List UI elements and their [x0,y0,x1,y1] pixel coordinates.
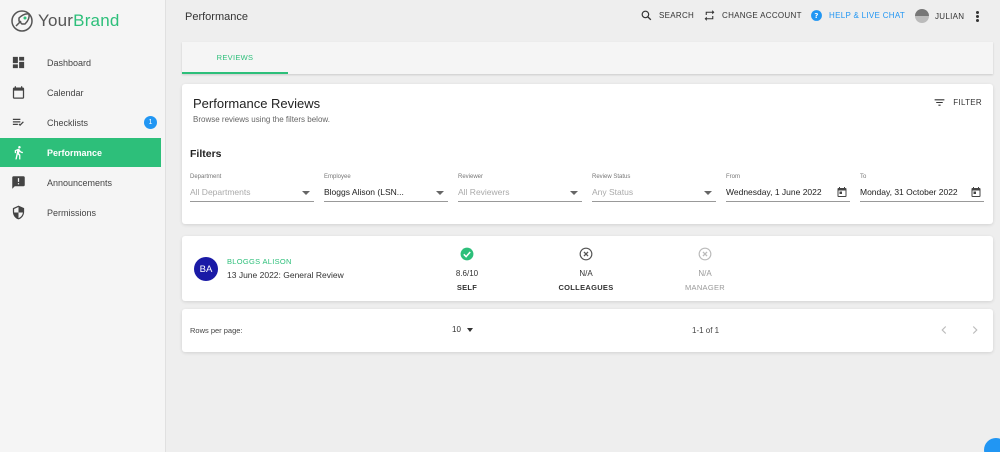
search-icon [641,10,652,21]
change-account-label: CHANGE ACCOUNT [722,11,802,20]
field-label: To [860,174,867,180]
sidebar-nav: Dashboard Calendar Checklists 1 Performa… [0,48,165,227]
field-label: Review Status [592,174,631,180]
field-value[interactable]: Wednesday, 1 June 2022 [726,183,850,202]
swap-icon [704,10,715,21]
chevron-right-icon[interactable] [968,323,982,337]
page-range: 1-1 of 1 [692,326,720,335]
dropdown-arrow-icon [466,327,473,332]
announcement-icon [11,175,26,190]
sidebar-item-label: Dashboard [47,57,92,68]
sidebar-item-checklists[interactable]: Checklists 1 [0,108,165,137]
field-label: Department [190,174,222,180]
field-value[interactable]: All Departments [190,183,314,202]
dropdown-arrow-icon [302,191,310,195]
sidebar-item-performance[interactable]: Performance [0,138,161,167]
field-label: Reviewer [458,174,484,180]
chat-launcher-button[interactable] [984,438,1000,452]
score-label: COLLEAGUES [558,283,614,292]
sidebar-item-label: Announcements [47,177,113,188]
colleagues-score: N/A COLLEAGUES [546,247,626,292]
sidebar-item-label: Permissions [47,207,97,218]
search-button[interactable]: SEARCH [640,9,694,22]
manager-score: N/A MANAGER [665,247,745,292]
review-status-select[interactable]: Review Status Any Status [592,174,716,202]
sidebar-item-dashboard[interactable]: Dashboard [0,48,165,77]
score-value: N/A [579,269,593,278]
sidebar-item-calendar[interactable]: Calendar [0,78,165,107]
performance-reviews-card: Performance Reviews Browse reviews using… [182,84,993,224]
rocket-logo-icon [11,10,33,32]
field-value[interactable]: Bloggs Alison (LSN... [324,183,448,202]
avatar[interactable]: BA [194,257,218,281]
reviewer-select[interactable]: Reviewer All Reviewers [458,174,582,202]
self-score: 8.6/10 SELF [427,247,507,292]
sidebar-item-label: Calendar [47,87,84,98]
from-date-field[interactable]: From Wednesday, 1 June 2022 [726,174,850,202]
score-value: N/A [698,269,712,278]
change-account-button[interactable]: CHANGE ACCOUNT [703,9,802,22]
checklist-icon [11,115,26,130]
sidebar-item-announcements[interactable]: Announcements [0,168,165,197]
employee-select[interactable]: Employee Bloggs Alison (LSN... [324,174,448,202]
review-description: 13 June 2022: General Review [227,270,344,280]
field-label: From [726,174,740,180]
dashboard-icon [11,55,26,70]
score-label: SELF [456,283,478,292]
top-bar: Performance SEARCH CHANGE ACCOUNT ? HELP… [166,0,1000,34]
more-vert-icon[interactable] [976,11,980,23]
score-label: MANAGER [684,283,726,292]
filter-button[interactable]: FILTER [933,96,982,109]
checklists-count-badge: 1 [144,116,157,129]
field-value[interactable]: Any Status [592,183,716,202]
user-name: JULIAN [935,11,965,21]
dropdown-arrow-icon [570,191,578,195]
department-select[interactable]: Department All Departments [190,174,314,202]
review-row[interactable]: BA BLOGGS ALISON 13 June 2022: General R… [182,236,993,301]
walk-icon [11,145,26,160]
to-date-field[interactable]: To Monday, 31 October 2022 [860,174,984,202]
filter-list-icon [934,99,945,106]
check-circle-icon [460,247,474,261]
search-label: SEARCH [659,11,695,20]
shield-icon [11,205,26,220]
sidebar-item-permissions[interactable]: Permissions [0,198,165,227]
filter-label: FILTER [953,98,982,107]
card-subtitle: Browse reviews using the filters below. [193,115,330,124]
help-live-chat-button[interactable]: ? HELP & LIVE CHAT [810,9,905,22]
dropdown-arrow-icon [436,191,444,195]
calendar-icon[interactable] [836,186,848,198]
filters-heading: Filters [190,148,222,160]
card-title: Performance Reviews [193,96,321,111]
page-title: Performance [185,11,248,23]
brand-logo[interactable]: YourBrand [0,0,165,42]
calendar-icon[interactable] [970,186,982,198]
field-value[interactable]: All Reviewers [458,183,582,202]
cancel-circle-icon [579,247,593,261]
help-live-chat-label: HELP & LIVE CHAT [829,11,906,20]
rows-per-page-select[interactable]: 10 [452,325,473,334]
tab-bar: REVIEWS [182,42,993,74]
chevron-left-icon[interactable] [937,323,951,337]
sidebar-item-label: Checklists [47,117,89,128]
help-icon: ? [811,10,822,21]
sidebar-item-label: Performance [47,147,103,158]
sidebar: YourBrand Dashboard Calendar Checklists … [0,0,166,452]
cancel-circle-icon [698,247,712,261]
calendar-icon [11,85,26,100]
pagination-bar: Rows per page: 10 1-1 of 1 [182,309,993,352]
field-value[interactable]: Monday, 31 October 2022 [860,183,984,202]
score-value: 8.6/10 [455,269,479,278]
rows-per-page-value: 10 [452,325,461,334]
svg-text:?: ? [814,11,818,20]
brand-name: YourBrand [38,11,120,30]
tab-reviews[interactable]: REVIEWS [182,42,288,74]
user-menu[interactable]: JULIAN [915,9,964,23]
avatar [915,9,929,23]
dropdown-arrow-icon [704,191,712,195]
rows-per-page-label: Rows per page: [190,326,243,335]
field-label: Employee [324,174,351,180]
employee-name-link[interactable]: BLOGGS ALISON [227,257,292,266]
